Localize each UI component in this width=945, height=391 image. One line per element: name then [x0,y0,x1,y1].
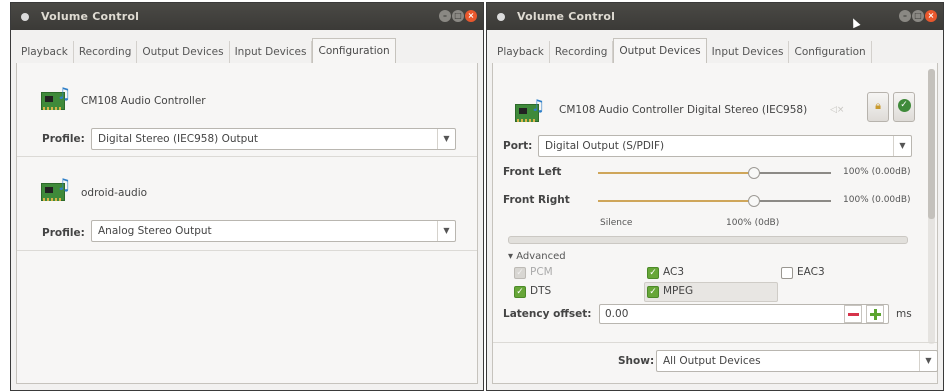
mpeg-label: MPEG [663,285,694,297]
volume-control-window-config: Volume Control – □ × Playback Recording … [10,2,484,391]
tab-recording[interactable]: Recording [550,41,614,63]
dts-label: DTS [530,285,552,297]
maximize-icon[interactable]: □ [452,10,464,22]
lock-icon: 🔒︎ [875,99,881,112]
chevron-down-icon: ▼ [437,129,455,149]
sound-card-icon: ♫ [41,177,71,203]
volume-value-front-right: 100% (0.00dB) [843,195,911,205]
profile-label: Profile: [42,133,85,145]
show-label: Show: [618,355,655,367]
decrease-latency-button[interactable] [844,305,862,323]
app-icon [21,12,29,21]
volume-slider-front-left[interactable] [748,167,760,179]
scale-100-label: 100% (0dB) [726,218,780,228]
sound-card-icon: ♫ [515,98,545,124]
volume-track[interactable] [756,172,831,174]
chevron-down-icon: ▼ [437,221,455,241]
profile-select[interactable]: Analog Stereo Output ▼ [91,220,456,242]
volume-control-window-output: Volume Control – □ × Playback Recording … [486,2,944,391]
profile-select[interactable]: Digital Stereo (IEC958) Output ▼ [91,128,456,150]
window-buttons: – □ × [899,10,937,22]
configuration-panel: ♫ CM108 Audio Controller Profile: Digita… [16,63,478,384]
tab-output-devices[interactable]: Output Devices [137,41,230,63]
pcm-label: PCM [530,266,553,278]
device-name: odroid-audio [81,187,148,199]
scrollbar-thumb[interactable] [928,69,935,219]
show-select[interactable]: All Output Devices ▼ [656,350,938,372]
tab-configuration[interactable]: Configuration [789,41,872,63]
channel-label-front-right: Front Right [503,194,570,206]
profile-value: Digital Stereo (IEC958) Output [98,133,259,145]
profile-value: Analog Stereo Output [98,225,212,237]
port-label: Port: [503,140,533,152]
close-icon[interactable]: × [465,10,477,22]
increase-latency-button[interactable] [866,305,884,323]
scale-silence-label: Silence [600,218,633,228]
divider [493,342,937,343]
maximize-icon[interactable]: □ [912,10,924,22]
window-title: Volume Control [517,10,616,23]
volume-track[interactable] [756,200,831,202]
minimize-icon[interactable]: – [439,10,451,22]
show-value: All Output Devices [663,355,761,367]
sound-card-icon: ♫ [41,86,71,112]
tab-configuration[interactable]: Configuration [312,38,396,63]
profile-label: Profile: [42,227,85,239]
tab-playback[interactable]: Playback [492,41,550,63]
volume-track-filled [598,172,756,174]
window-buttons: – □ × [439,10,477,22]
ac3-checkbox[interactable]: ✓ [647,267,659,279]
minimize-icon[interactable]: – [899,10,911,22]
chevron-down-icon: ▼ [893,136,911,156]
tab-input-devices[interactable]: Input Devices [230,41,313,63]
tab-recording[interactable]: Recording [74,41,138,63]
window-title: Volume Control [41,10,140,23]
port-select[interactable]: Digital Output (S/PDIF) ▼ [538,135,912,157]
device-name: CM108 Audio Controller [81,95,206,107]
tab-bar: Playback Recording Output Devices Input … [492,38,938,63]
tab-input-devices[interactable]: Input Devices [707,41,790,63]
mpeg-checkbox[interactable]: ✓ [647,286,659,298]
volume-value-front-left: 100% (0.00dB) [843,167,911,177]
eac3-checkbox[interactable] [781,267,793,279]
device-config-cm108: ♫ CM108 Audio Controller Profile: Digita… [17,63,477,157]
eac3-label: EAC3 [797,266,825,278]
peak-meter [508,236,908,244]
latency-label: Latency offset: [503,308,592,320]
app-icon [497,12,505,21]
advanced-label: Advanced [516,251,566,262]
channel-label-front-left: Front Left [503,166,562,178]
dts-checkbox[interactable]: ✓ [514,286,526,298]
mute-speaker-icon[interactable]: ◁× [830,105,844,115]
device-config-odroid: ♫ odroid-audio Profile: Analog Stereo Ou… [17,157,477,251]
tab-bar: Playback Recording Output Devices Input … [16,38,478,63]
volume-slider-front-right[interactable] [748,195,760,207]
chevron-down-icon: ▼ [919,351,937,371]
titlebar[interactable]: Volume Control – □ × [11,3,483,30]
ac3-label: AC3 [663,266,685,278]
lock-channels-button[interactable]: 🔒︎ [867,92,889,122]
set-default-button[interactable]: ✓ [893,92,915,122]
pcm-checkbox: ✓ [514,267,526,279]
output-devices-panel: ♫ CM108 Audio Controller Digital Stereo … [492,63,938,384]
device-name: CM108 Audio Controller Digital Stereo (I… [559,104,808,116]
latency-unit: ms [896,308,912,320]
advanced-expander[interactable]: ▾ Advanced [508,251,566,262]
tab-output-devices[interactable]: Output Devices [613,38,707,63]
volume-track-filled [598,200,756,202]
tab-playback[interactable]: Playback [16,41,74,63]
titlebar[interactable]: Volume Control – □ × [487,3,943,30]
expander-arrow-icon: ▾ [508,251,514,262]
close-icon[interactable]: × [925,10,937,22]
port-value: Digital Output (S/PDIF) [545,140,665,152]
checkmark-icon: ✓ [897,99,911,112]
